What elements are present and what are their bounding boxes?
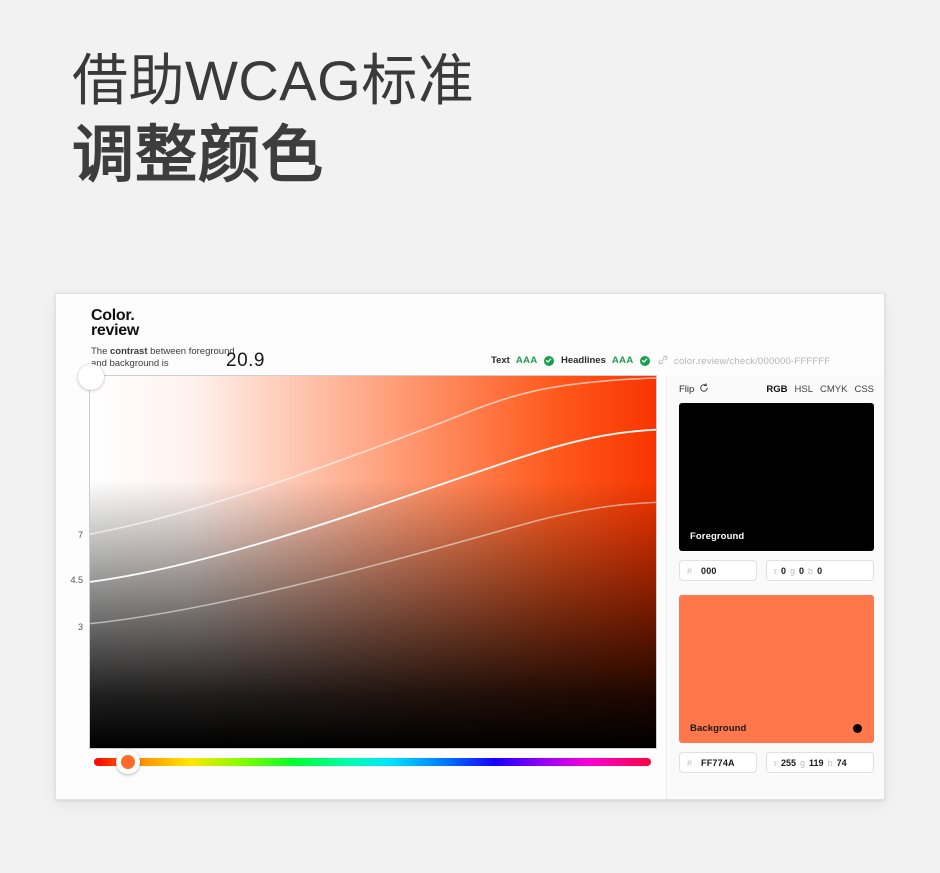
axis-tick-3: 3 [77,621,83,632]
rating-headlines: Headlines AAA [561,355,650,366]
r-label: r [774,565,777,576]
hex-symbol: # [687,565,693,576]
hex-symbol: # [687,757,693,768]
foreground-position-handle[interactable] [78,364,104,390]
contrast-bold-word: contrast [110,346,148,357]
rating-headlines-label: Headlines [561,355,606,366]
foreground-fields: # 000 r 0 g 0 b 0 [679,560,874,581]
share-url-text: color.review/check/000000-FFFFFF [674,356,831,367]
panel-header: Flip RGB HSL CMYK CSS [679,375,874,403]
foreground-swatch[interactable]: Foreground [679,403,874,551]
g-label: g [800,757,806,768]
g-label: g [790,565,796,576]
page-headline: 借助WCAG标准 调整颜色 [72,48,772,194]
color-review-app-card: Color. review The contrast between foreg… [55,293,885,800]
b-label: b [827,757,833,768]
background-swatch[interactable]: Background [679,595,874,743]
axis-tick-7: 7 [77,530,83,541]
contrast-description: The contrast between foreground and back… [91,346,241,369]
background-hex-input[interactable]: # FF774A [679,752,757,773]
background-marker-dot [853,724,862,733]
tab-rgb[interactable]: RGB [766,384,787,395]
contrast-ratio-value: 20.9 [226,350,265,371]
link-icon [658,355,668,368]
background-swatch-label: Background [690,723,747,734]
background-b-value: 74 [836,757,847,768]
tab-hsl[interactable]: HSL [795,384,813,395]
app-topbar: Color. review The contrast between foreg… [56,294,884,376]
headline-line-2: 调整颜色 [72,121,325,191]
contrast-axis: 7 4.5 3 [56,375,89,749]
rating-text-label: Text [491,355,510,366]
background-hex-value: FF774A [701,757,735,768]
color-gradient-canvas[interactable] [78,364,657,749]
background-rgb-input[interactable]: r 255 g 119 b 74 [766,752,874,773]
brand-line-2: review [91,322,140,339]
axis-tick-4-5: 4.5 [70,575,83,586]
foreground-swatch-label: Foreground [690,531,745,542]
flip-label: Flip [679,383,695,395]
brand-logo[interactable]: Color. review [91,308,140,339]
color-mode-tabs: RGB HSL CMYK CSS [766,384,874,395]
foreground-g-value: 0 [799,565,805,576]
gradient-surface[interactable] [89,375,657,749]
background-g-value: 119 [809,757,824,768]
tab-css[interactable]: CSS [854,384,874,395]
color-values-panel: Flip RGB HSL CMYK CSS Foreground # 000 r… [666,375,884,799]
foreground-r-value: 0 [781,565,787,576]
background-fields: # FF774A r 255 g 119 b 74 [679,752,874,773]
rating-text: Text AAA [491,355,554,366]
b-label: b [808,565,814,576]
foreground-hex-value: 000 [701,565,717,576]
foreground-rgb-input[interactable]: r 0 g 0 b 0 [766,560,874,581]
contrast-prefix: The [91,346,111,357]
hue-slider-handle-swatch [121,755,135,769]
foreground-b-value: 0 [817,565,823,576]
check-circle-icon [639,355,650,366]
rating-headlines-grade: AAA [611,355,634,366]
share-url[interactable]: color.review/check/000000-FFFFFF [658,355,830,368]
tab-cmyk[interactable]: CMYK [820,384,847,395]
contrast-curves [90,377,656,625]
background-r-value: 255 [781,757,797,768]
rating-text-grade: AAA [515,355,538,366]
flip-button[interactable]: Flip [679,382,709,396]
r-label: r [774,757,777,768]
refresh-icon [699,382,709,396]
check-circle-icon [543,355,554,366]
hue-slider-handle[interactable] [116,750,140,774]
foreground-hex-input[interactable]: # 000 [679,560,757,581]
headline-line-1: 借助WCAG标准 [72,49,475,112]
hue-slider-track[interactable] [94,750,651,774]
